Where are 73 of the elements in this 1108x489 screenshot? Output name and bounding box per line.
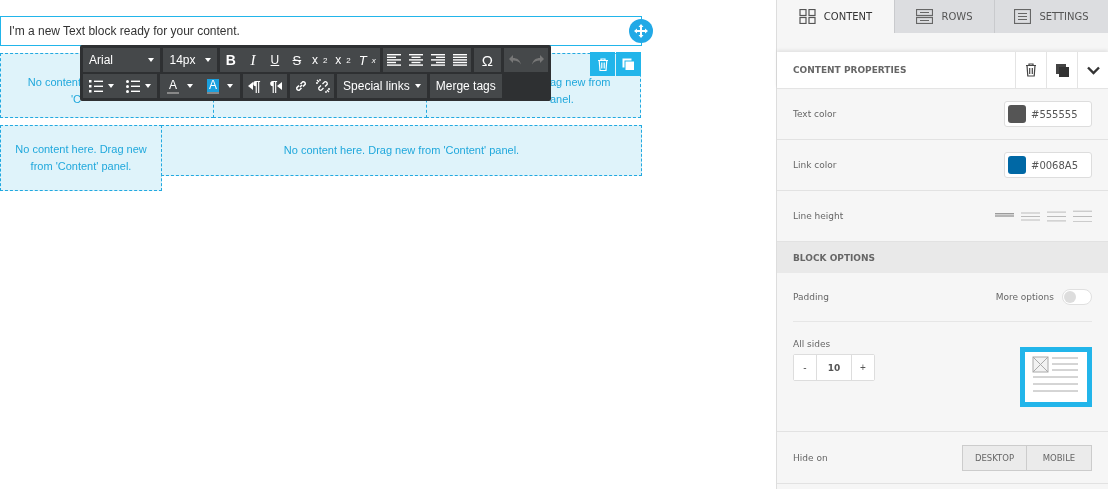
align-left-icon	[386, 54, 401, 66]
unlink-button[interactable]	[312, 74, 335, 98]
trash-icon	[1025, 63, 1037, 77]
field-label: Link color	[793, 160, 837, 170]
link-icon	[294, 79, 309, 93]
line-height-option[interactable]	[1073, 210, 1092, 222]
copy-icon	[622, 57, 635, 71]
duplicate-button[interactable]	[1046, 52, 1077, 88]
trash-icon	[596, 57, 609, 71]
format-button[interactable]: U	[263, 48, 286, 72]
field-label: Hide on	[793, 452, 828, 463]
format-button[interactable]: S	[285, 48, 308, 72]
ltr-direction-button[interactable]: ¶	[243, 74, 266, 98]
format-button[interactable]: I	[241, 48, 264, 72]
move-icon[interactable]	[629, 19, 653, 43]
align-justify-icon	[452, 54, 467, 66]
merge-tags-button[interactable]: Merge tags	[429, 74, 502, 98]
special-links-menu[interactable]: Special links	[337, 74, 427, 98]
align-left-button[interactable]	[382, 48, 405, 72]
chevron-down-icon	[1086, 65, 1100, 75]
section-title: CONTENT PROPERTIES	[792, 65, 908, 75]
placeholder-text: No content 'C	[26, 74, 81, 107]
rows-icon	[916, 9, 934, 24]
bullet-list-icon	[126, 79, 140, 93]
device-toggle-button[interactable]: MOBILE	[1027, 444, 1092, 471]
move-arrows-icon	[634, 24, 648, 38]
placeholder-text: No content here. Drag new from 'Content' panel.	[283, 143, 520, 158]
triangle-icon	[277, 82, 283, 90]
color-field[interactable]: #0068A5	[1004, 152, 1092, 178]
link-button[interactable]	[290, 74, 313, 98]
collapse-button[interactable]	[1077, 52, 1108, 88]
toggle-switch[interactable]	[1062, 289, 1092, 305]
placeholder-text: ag new from anel.	[550, 74, 611, 107]
redo-icon	[530, 55, 544, 65]
placeholder-text: No content here. Drag new from 'Content' panel.	[15, 142, 147, 174]
color-swatch[interactable]	[1008, 105, 1026, 123]
line-spacing-icon	[1073, 210, 1092, 222]
line-spacing-icon	[1047, 210, 1066, 222]
field-label: Text color	[793, 109, 837, 119]
unlink-icon	[316, 79, 331, 93]
line-spacing-icon	[1021, 210, 1040, 222]
line-height-option[interactable]	[1021, 210, 1040, 222]
field-label: All sides	[793, 339, 832, 349]
document-icon	[1014, 9, 1032, 24]
bullet-list-button[interactable]	[120, 74, 157, 98]
align-center-icon	[408, 54, 423, 66]
text-color-button[interactable]: A	[160, 74, 200, 98]
triangle-icon	[247, 82, 253, 90]
padding-preview-drawing	[1020, 347, 1092, 407]
panel-tab[interactable]: SETTINGS	[994, 0, 1108, 33]
device-toggle-button[interactable]: DESKTOP	[962, 444, 1027, 471]
toggle-label: More options	[995, 292, 1054, 302]
align-justify-button[interactable]	[448, 48, 471, 72]
rtl-direction-button[interactable]: ¶	[265, 74, 288, 98]
copy-icon	[1055, 63, 1069, 77]
special-character-button[interactable]: Ω	[473, 48, 501, 72]
grid-icon	[798, 9, 816, 24]
delete-button[interactable]	[1015, 52, 1046, 88]
ordered-list-button[interactable]	[83, 74, 120, 98]
undo-icon	[508, 55, 522, 65]
ordered-list-icon	[89, 79, 103, 93]
field-label: Padding	[793, 292, 830, 302]
field-label: Line height	[793, 211, 844, 221]
color-swatch[interactable]	[1008, 156, 1026, 174]
format-button[interactable]: x$^{2}$	[307, 48, 332, 72]
panel-tab[interactable]: ROWS	[894, 0, 994, 33]
line-height-option[interactable]	[1047, 210, 1066, 222]
font-select[interactable]: Arial	[83, 48, 161, 72]
align-right-icon	[430, 54, 445, 66]
color-field[interactable]: #555555	[1004, 101, 1092, 127]
size-select[interactable]: 14px	[163, 48, 217, 72]
format-button[interactable]: B	[219, 48, 242, 72]
section-title: BLOCK OPTIONS	[793, 252, 876, 263]
